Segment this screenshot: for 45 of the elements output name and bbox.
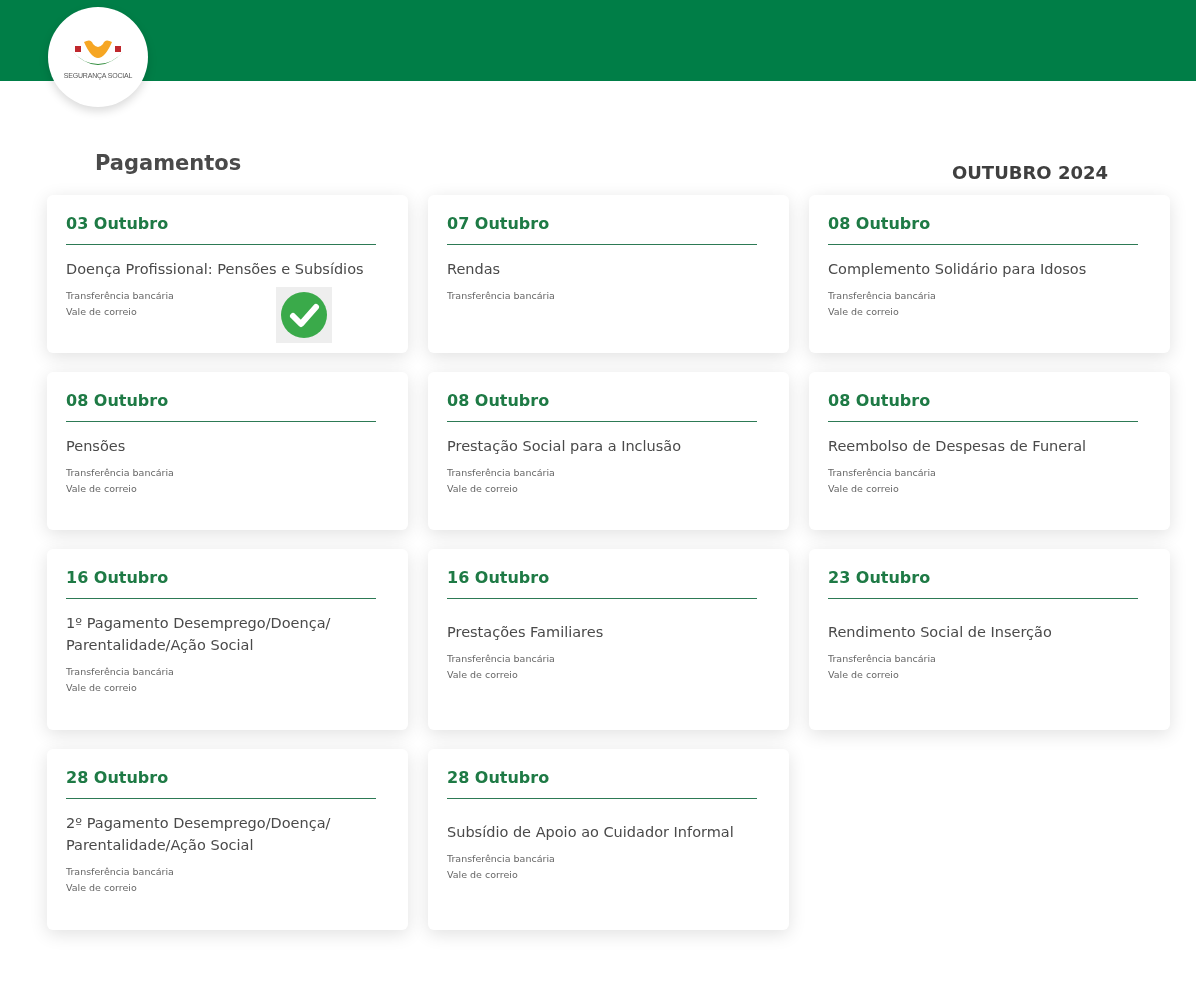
payment-title: Doença Profissional: Pensões e Subsídios [66, 260, 365, 279]
payment-date: 16 Outubro [66, 568, 376, 599]
payment-method: Transferência bancária [66, 467, 175, 478]
payment-method: Transferência bancária [66, 866, 175, 877]
payment-title: Prestação Social para a Inclusão [447, 437, 683, 456]
payment-method: Vale de correio [66, 306, 138, 317]
payment-title: Subsídio de Apoio ao Cuidador Informal [447, 823, 735, 842]
payment-method: Vale de correio [66, 682, 138, 693]
payment-method: Vale de correio [828, 483, 900, 494]
payment-date: 03 Outubro [66, 214, 376, 245]
payment-method: Transferência bancária [447, 467, 556, 478]
payment-method: Transferência bancária [447, 290, 556, 301]
payment-method: Transferência bancária [828, 653, 937, 664]
payment-method: Vale de correio [447, 869, 519, 880]
payment-title: Reembolso de Despesas de Funeral [828, 437, 1088, 456]
payment-date: 23 Outubro [828, 568, 1138, 599]
payment-method: Transferência bancária [66, 290, 175, 301]
payment-title: Rendimento Social de Inserção [828, 623, 1053, 642]
payment-method: Vale de correio [828, 306, 900, 317]
payment-method: Vale de correio [66, 882, 138, 893]
payment-date: 08 Outubro [828, 391, 1138, 422]
payment-date: 16 Outubro [447, 568, 757, 599]
payment-date: 28 Outubro [447, 768, 757, 799]
payment-title: Prestações Familiares [447, 623, 605, 642]
payment-title: 1º Pagamento Desemprego/Doença/ Parentalidade/Ação Social [66, 614, 332, 655]
payment-method: Vale de correio [828, 669, 900, 680]
payment-title: Complemento Solidário para Idosos [828, 260, 1088, 279]
payment-title: 2º Pagamento Desemprego/Doença/ Parentalidade/Ação Social [66, 814, 332, 855]
payment-date: 07 Outubro [447, 214, 757, 245]
payment-title: Pensões [66, 437, 127, 456]
payment-method: Transferência bancária [828, 467, 937, 478]
payment-method: Transferência bancária [447, 853, 556, 864]
payment-method: Transferência bancária [447, 653, 556, 664]
payment-method: Vale de correio [447, 669, 519, 680]
page-title: Pagamentos [95, 151, 242, 175]
payment-method: Vale de correio [66, 483, 138, 494]
payment-method: Vale de correio [447, 483, 519, 494]
payment-title: Rendas [447, 260, 502, 279]
month-label: OUTUBRO 2024 [951, 162, 1108, 183]
payment-date: 28 Outubro [66, 768, 376, 799]
payment-date: 08 Outubro [828, 214, 1138, 245]
payment-method: Transferência bancária [828, 290, 937, 301]
payment-method: Transferência bancária [66, 666, 175, 677]
payment-date: 08 Outubro [66, 391, 376, 422]
payment-date: 08 Outubro [447, 391, 757, 422]
